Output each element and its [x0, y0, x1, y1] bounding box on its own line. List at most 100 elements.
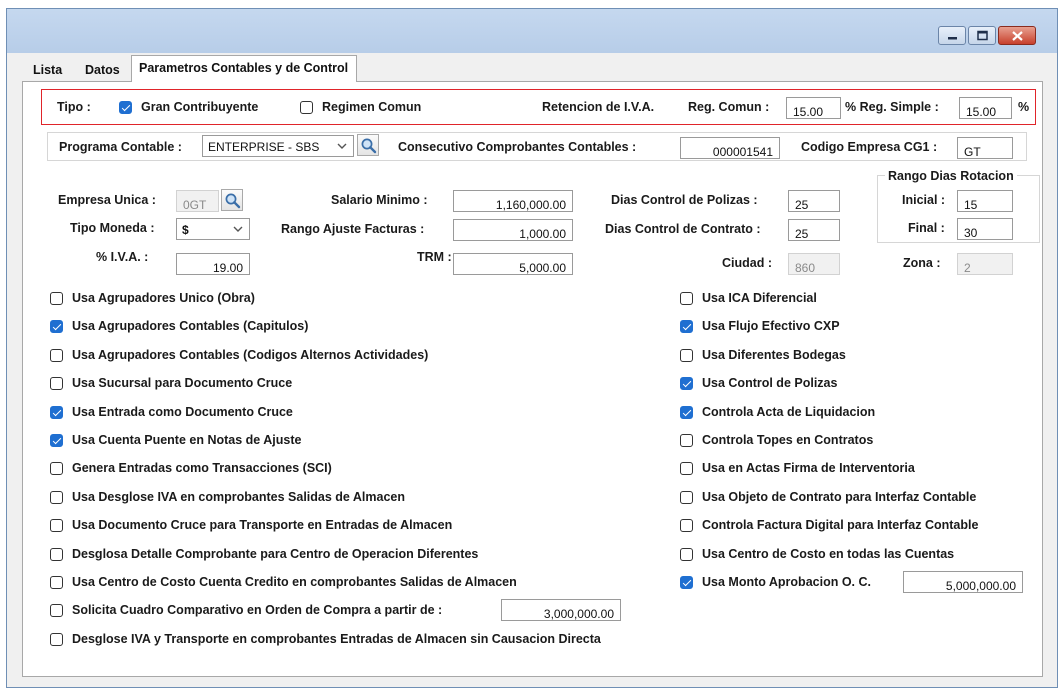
usa-cuenta-puente-en-notas-de-ajuste-checkbox[interactable] [50, 434, 63, 447]
programa-search-button[interactable] [357, 134, 379, 156]
tipo-label: Tipo : [57, 100, 91, 114]
ciudad-input[interactable]: 860 [788, 253, 840, 275]
desglose-iva-y-transporte-en-comprobante-label: Desglose IVA y Transporte en comprobante… [72, 632, 601, 646]
reg-comun-label: Reg. Comun : [688, 100, 770, 114]
usa-entrada-como-documento-cruce-checkbox[interactable] [50, 406, 63, 419]
usa-documento-cruce-para-transporte-en-e-checkbox[interactable] [50, 519, 63, 532]
genera-entradas-como-transacciones-sci-checkbox[interactable] [50, 462, 63, 475]
solicita-cuadro-comparativo-en-orden-de--label: Solicita Cuadro Comparativo en Orden de … [72, 603, 443, 617]
usa-agrupadores-contables-capitulos-label: Usa Agrupadores Contables (Capitulos) [72, 319, 309, 333]
usa-control-de-polizas-checkbox[interactable] [680, 377, 693, 390]
tab-lista[interactable]: Lista [33, 58, 62, 80]
trm-input[interactable]: 5,000.00 [453, 253, 573, 275]
final-input[interactable]: 30 [957, 218, 1013, 240]
codigo-empresa-input[interactable]: GT [957, 137, 1013, 159]
usa-monto-aprobacion-o-c-label: Usa Monto Aprobacion O. C. [702, 575, 871, 589]
usa-sucursal-para-documento-cruce-checkbox[interactable] [50, 377, 63, 390]
desglosa-detalle-comprobante-para-centro-label: Desglosa Detalle Comprobante para Centro… [72, 547, 479, 561]
empresa-unica-label: Empresa Unica : [58, 193, 156, 207]
usa-objeto-de-contrato-para-interfaz-con-checkbox[interactable] [680, 491, 693, 504]
zona-input[interactable]: 2 [957, 253, 1013, 275]
controla-acta-de-liquidacion-label: Controla Acta de Liquidacion [702, 405, 876, 419]
programa-contable-value: ENTERPRISE - SBS [208, 140, 320, 154]
dias-contrato-label: Dias Control de Contrato : [605, 222, 761, 236]
usa-documento-cruce-para-transporte-en-e-label: Usa Documento Cruce para Transporte en E… [72, 518, 453, 532]
usa-desglose-iva-en-comprobantes-salidas-checkbox[interactable] [50, 491, 63, 504]
minimize-button[interactable] [938, 26, 966, 45]
usa-centro-de-costo-cuenta-credito-en-co-checkbox[interactable] [50, 576, 63, 589]
usa-en-actas-firma-de-interventoria-checkbox[interactable] [680, 462, 693, 475]
controla-acta-de-liquidacion-checkbox[interactable] [680, 406, 693, 419]
solicita-cuadro-comparativo-en-orden-de--checkbox[interactable] [50, 604, 63, 617]
usa-agrupadores-contables-capitulos-checkbox[interactable] [50, 320, 63, 333]
desglose-iva-y-transporte-en-comprobante-checkbox[interactable] [50, 633, 63, 646]
dias-polizas-label: Dias Control de Polizas : [611, 193, 758, 207]
tab-parametros-contables[interactable]: Parametros Contables y de Control [131, 55, 358, 82]
chevron-down-icon [233, 226, 243, 232]
reg-simple-input[interactable]: 15.00 [959, 97, 1012, 119]
usa-centro-de-costo-en-todas-las-cuentas-label: Usa Centro de Costo en todas las Cuentas [702, 547, 955, 561]
usa-centro-de-costo-cuenta-credito-en-co-label: Usa Centro de Costo Cuenta Credito en co… [72, 575, 517, 589]
desglosa-detalle-comprobante-para-centro-checkbox[interactable] [50, 548, 63, 561]
close-button[interactable] [998, 26, 1036, 45]
rango-ajuste-label: Rango Ajuste Facturas : [281, 222, 425, 236]
consecutivo-input[interactable]: 000001541 [680, 137, 780, 159]
iva-input[interactable]: 19.00 [176, 253, 250, 275]
search-icon [225, 193, 241, 209]
salario-minimo-input[interactable]: 1,160,000.00 [453, 190, 573, 212]
rango-ajuste-input[interactable]: 1,000.00 [453, 219, 573, 241]
usa-agrupadores-contables-codigos-altern-checkbox[interactable] [50, 349, 63, 362]
gran-contribuyente-checkbox[interactable] [119, 101, 132, 114]
usa-agrupadores-contables-codigos-altern-label: Usa Agrupadores Contables (Codigos Alter… [72, 348, 429, 362]
dias-contrato-input[interactable]: 25 [788, 219, 840, 241]
empresa-unica-input[interactable]: 0GT [176, 190, 219, 212]
gran-contribuyente-label: Gran Contribuyente [141, 100, 259, 114]
dias-polizas-input[interactable]: 25 [788, 190, 840, 212]
codigo-empresa-label: Codigo Empresa CG1 : [801, 140, 938, 154]
usa-agrupadores-unico-obra-checkbox[interactable] [50, 292, 63, 305]
usa-diferentes-bodegas-checkbox[interactable] [680, 349, 693, 362]
usa-centro-de-costo-en-todas-las-cuentas-checkbox[interactable] [680, 548, 693, 561]
maximize-button[interactable] [968, 26, 996, 45]
usa-flujo-efectivo-cxp-checkbox[interactable] [680, 320, 693, 333]
regimen-comun-label: Regimen Comun [322, 100, 422, 114]
final-label: Final : [908, 221, 945, 235]
reg-simple-label: % Reg. Simple : [845, 100, 939, 114]
tipo-moneda-value: $ [182, 223, 189, 237]
search-icon [361, 138, 377, 154]
iva-label: % I.V.A. : [96, 250, 149, 264]
usa-desglose-iva-en-comprobantes-salidas-label: Usa Desglose IVA en comprobantes Salidas… [72, 490, 405, 504]
reg-comun-input[interactable]: 15.00 [786, 97, 841, 119]
zona-label: Zona : [903, 256, 941, 270]
title-bar[interactable] [7, 9, 1057, 53]
usa-agrupadores-unico-obra-label: Usa Agrupadores Unico (Obra) [72, 291, 255, 305]
controla-topes-en-contratos-label: Controla Topes en Contratos [702, 433, 874, 447]
usa-entrada-como-documento-cruce-label: Usa Entrada como Documento Cruce [72, 405, 293, 419]
usa-monto-aprobacion-o-c-checkbox[interactable] [680, 576, 693, 589]
inicial-label: Inicial : [902, 193, 946, 207]
empresa-search-button[interactable] [221, 189, 243, 211]
inicial-input[interactable]: 15 [957, 190, 1013, 212]
consecutivo-label: Consecutivo Comprobantes Contables : [398, 140, 637, 154]
regimen-comun-checkbox[interactable] [300, 101, 313, 114]
tipo-moneda-select[interactable]: $ [176, 218, 250, 240]
retencion-iva-label: Retencion de I.V.A. [542, 100, 655, 114]
salario-minimo-label: Salario Minimo : [331, 193, 428, 207]
usa-cuenta-puente-en-notas-de-ajuste-label: Usa Cuenta Puente en Notas de Ajuste [72, 433, 302, 447]
tab-datos[interactable]: Datos [85, 58, 120, 80]
usa-monto-aprobacion-o-c-input[interactable]: 5,000,000.00 [903, 571, 1023, 593]
usa-ica-diferencial-checkbox[interactable] [680, 292, 693, 305]
minimize-icon [948, 37, 957, 40]
usa-diferentes-bodegas-label: Usa Diferentes Bodegas [702, 348, 846, 362]
controla-topes-en-contratos-checkbox[interactable] [680, 434, 693, 447]
tipo-moneda-label: Tipo Moneda : [70, 221, 155, 235]
percent-label: % [1018, 100, 1030, 114]
rango-dias-title: Rango Dias Rotacion [885, 169, 1017, 183]
solicita-cuadro-comparativo-en-orden-de--input[interactable]: 3,000,000.00 [501, 599, 621, 621]
usa-objeto-de-contrato-para-interfaz-con-label: Usa Objeto de Contrato para Interfaz Con… [702, 490, 977, 504]
usa-en-actas-firma-de-interventoria-label: Usa en Actas Firma de Interventoria [702, 461, 915, 475]
programa-contable-select[interactable]: ENTERPRISE - SBS [202, 135, 354, 157]
ciudad-label: Ciudad : [722, 256, 772, 270]
chevron-down-icon [337, 143, 347, 149]
controla-factura-digital-para-interfaz-c-checkbox[interactable] [680, 519, 693, 532]
